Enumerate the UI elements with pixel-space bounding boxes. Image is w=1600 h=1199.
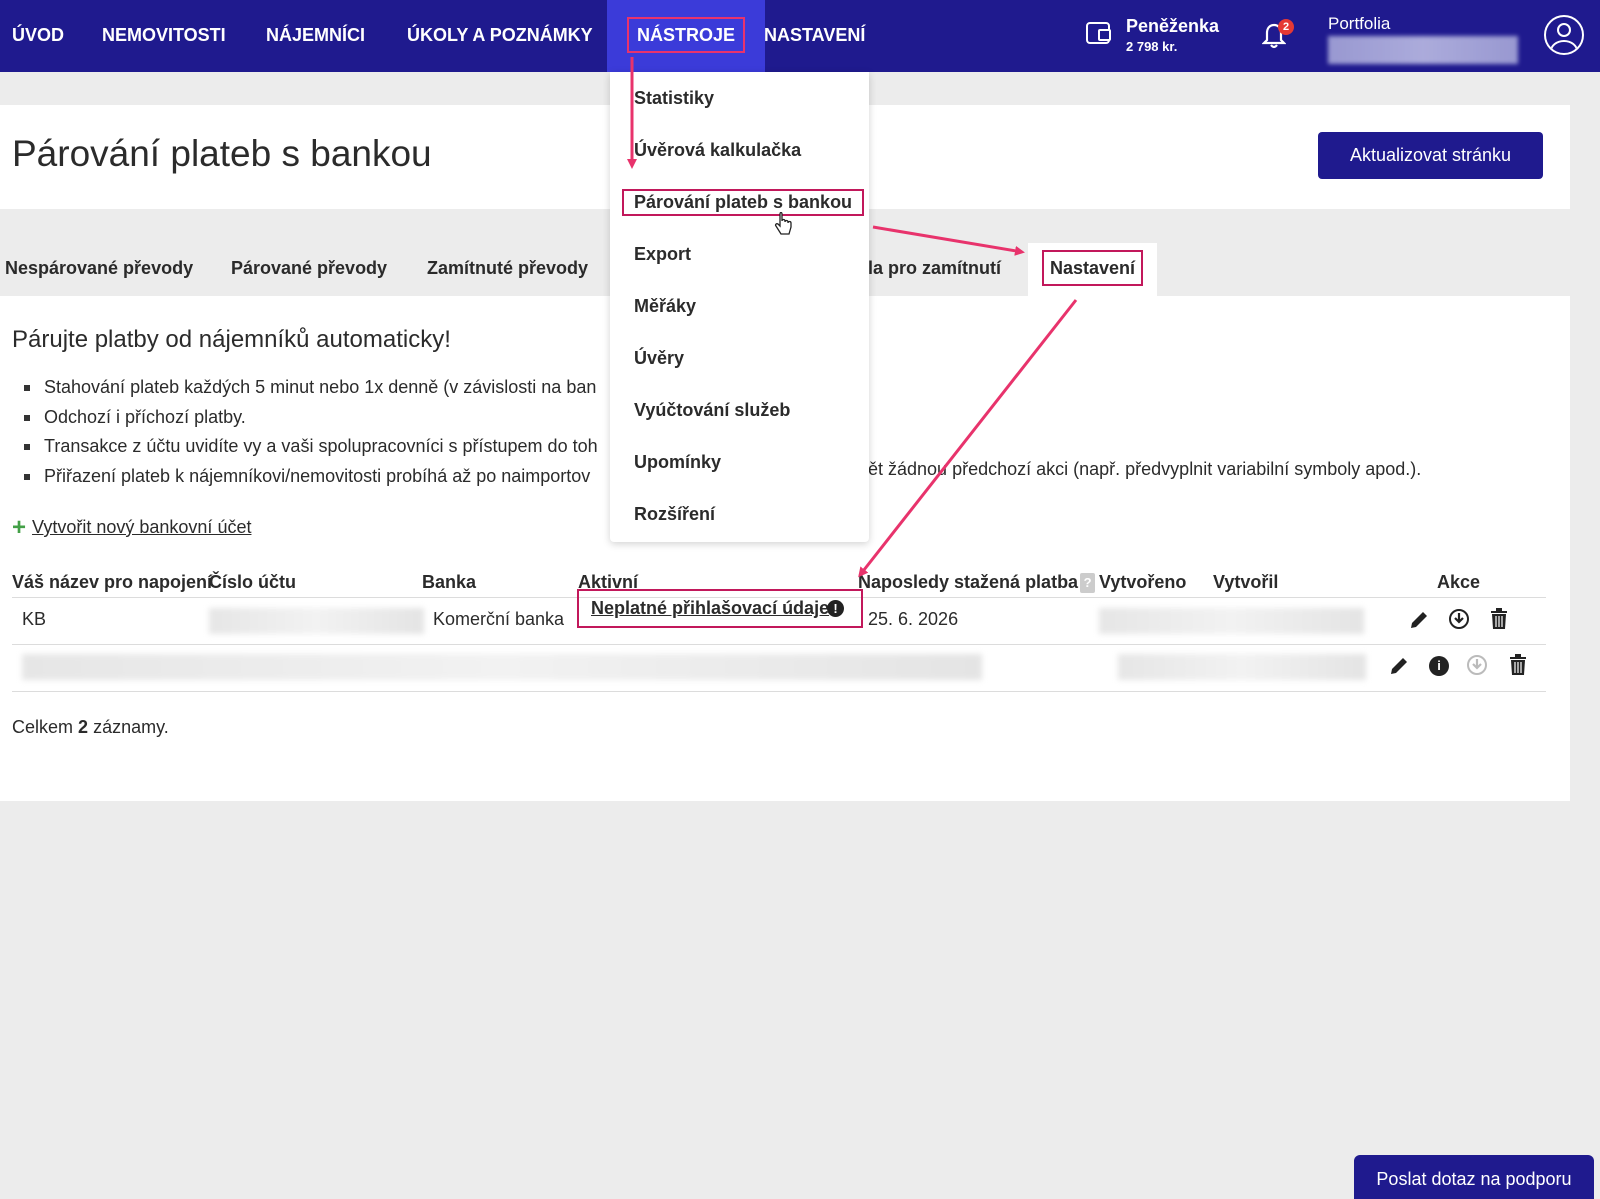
edit-icon[interactable]	[1408, 609, 1430, 631]
tab-paired[interactable]: Párované převody	[231, 243, 387, 296]
feature-item: Transakce z účtu uvidíte vy a vaši spolu…	[22, 432, 598, 462]
tab-settings-label: Nastavení	[1042, 250, 1144, 286]
delete-icon[interactable]	[1507, 653, 1529, 677]
tab-rejected[interactable]: Zamítnuté převody	[427, 243, 588, 296]
col-last-payment: Naposledy stažená platba?	[858, 572, 1097, 593]
total-count: Celkem 2 záznamy.	[12, 717, 169, 738]
nav-ukoly[interactable]: ÚKOLY A POZNÁMKY	[407, 0, 593, 72]
tools-dropdown-menu: Statistiky Úvěrová kalkulačka Párování p…	[610, 72, 869, 542]
col-last-payment-label: Naposledy stažená platba	[858, 572, 1079, 592]
support-button[interactable]: Poslat dotaz na podporu	[1354, 1155, 1594, 1199]
download-icon[interactable]	[1466, 654, 1488, 676]
col-name: Váš název pro napojení	[12, 572, 213, 592]
col-created: Vytvořeno	[1099, 572, 1187, 592]
nav-nastaveni[interactable]: NASTAVENÍ	[764, 0, 865, 72]
refresh-page-button[interactable]: Aktualizovat stránku	[1318, 132, 1543, 179]
total-suffix: záznamy.	[93, 717, 169, 737]
delete-icon[interactable]	[1488, 607, 1510, 631]
portfolio-label: Portfolia	[1328, 14, 1391, 33]
nav-nastroje[interactable]: NÁSTROJE	[607, 0, 766, 72]
feature-item: Přiřazení plateb k nájemníkovi/nemovitos…	[22, 462, 598, 492]
nav-nastroje-label: NÁSTROJE	[627, 17, 746, 53]
menu-item-rozsireni[interactable]: Rozšíření	[634, 504, 715, 525]
create-bank-account-label: Vytvořit nový bankovní účet	[32, 517, 252, 537]
invalid-credentials-link[interactable]: Neplatné přihlašovací údaje	[591, 598, 829, 619]
menu-item-parovani-plateb[interactable]: Párování plateb s bankou	[622, 189, 865, 216]
row-last-payment: 25. 6. 2026	[868, 609, 959, 629]
tab-rejection-rules[interactable]: la pro zamítnutí	[868, 243, 1001, 296]
menu-item-export[interactable]: Export	[634, 244, 691, 265]
feature-list: Stahování plateb každých 5 minut nebo 1x…	[22, 373, 598, 491]
redacted-created	[1118, 654, 1366, 680]
col-actions: Akce	[1437, 572, 1481, 592]
status-cell: Neplatné přihlašovací údaje !	[577, 589, 863, 628]
total-number: 2	[78, 717, 89, 737]
page-title: Párování plateb s bankou	[12, 133, 432, 174]
info-icon[interactable]: !	[827, 600, 844, 617]
wallet-amount: 2 798 kr.	[1126, 39, 1178, 54]
info-icon[interactable]: i	[1429, 656, 1449, 676]
redacted-row	[22, 654, 982, 680]
feature-item: Odchozí i příchozí platby.	[22, 403, 598, 433]
edit-icon[interactable]	[1388, 655, 1410, 677]
nav-nemovitosti[interactable]: NEMOVITOSTI	[102, 0, 226, 72]
download-icon[interactable]	[1448, 608, 1470, 630]
help-icon[interactable]: ?	[1080, 573, 1096, 593]
menu-item-upominky[interactable]: Upomínky	[634, 452, 721, 473]
row-divider	[12, 691, 1546, 692]
intro-title: Párujte platby od nájemníků automaticky!	[12, 326, 451, 353]
wallet-icon	[1086, 22, 1111, 44]
menu-item-uverova-kalkulacka[interactable]: Úvěrová kalkulačka	[634, 140, 801, 161]
menu-item-uvery[interactable]: Úvěry	[634, 348, 684, 369]
col-created-by: Vytvořil	[1213, 572, 1279, 592]
portfolio-select[interactable]	[1328, 36, 1518, 64]
notification-badge: 2	[1278, 19, 1294, 35]
row-divider	[12, 644, 1546, 645]
redacted-created	[1099, 608, 1364, 634]
create-bank-account-link[interactable]: + Vytvořit nový bankovní účet	[12, 514, 251, 542]
menu-item-statistiky[interactable]: Statistiky	[634, 88, 714, 109]
menu-item-vyuctovani[interactable]: Vyúčtování služeb	[634, 400, 790, 421]
plus-icon: +	[12, 514, 27, 541]
feature-item: Stahování plateb každých 5 minut nebo 1x…	[22, 373, 598, 403]
row-name: KB	[22, 609, 47, 629]
wallet-label: Peněženka	[1126, 16, 1220, 36]
total-prefix: Celkem	[12, 717, 74, 737]
row-bank: Komerční banka	[433, 609, 565, 629]
tab-unpaired[interactable]: Nespárované převody	[5, 243, 193, 296]
feature-item-tail: ět žádnou předchozí akci (např. předvypl…	[868, 459, 1422, 479]
tab-settings[interactable]: Nastavení	[1028, 243, 1158, 296]
top-navigation: ÚVOD NEMOVITOSTI NÁJEMNÍCI ÚKOLY A POZNÁ…	[0, 0, 1600, 72]
redacted-account-number	[209, 608, 424, 634]
nav-najemnici[interactable]: NÁJEMNÍCI	[266, 0, 365, 72]
user-account-icon[interactable]	[1544, 15, 1584, 55]
col-account: Číslo účtu	[209, 572, 297, 592]
nav-uvod[interactable]: ÚVOD	[12, 0, 64, 72]
col-bank: Banka	[422, 572, 477, 592]
menu-item-meraky[interactable]: Měřáky	[634, 296, 696, 317]
hand-cursor-icon	[774, 212, 792, 235]
